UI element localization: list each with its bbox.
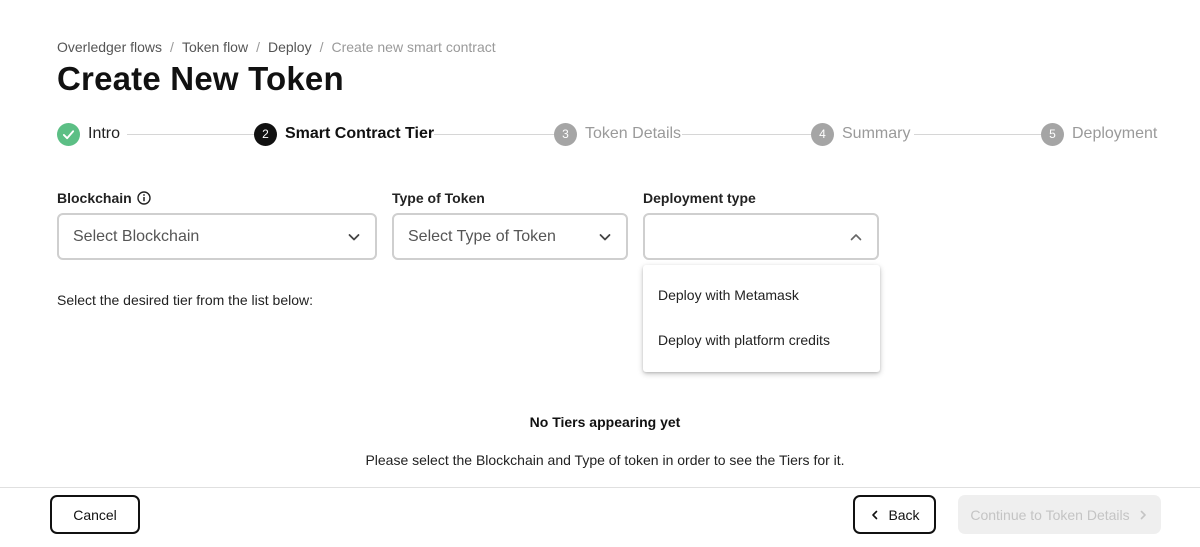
step-label: Summary [842, 125, 911, 142]
chevron-up-icon [850, 233, 862, 240]
step-smart-contract-tier[interactable]: 2 Smart Contract Tier [254, 122, 435, 146]
empty-state-description: Please select the Blockchain and Type of… [365, 452, 845, 468]
deployment-type-dropdown: Deploy with Metamask Deploy with platfor… [643, 265, 880, 372]
page-title: Create New Token [57, 60, 344, 97]
cancel-button-label: Cancel [73, 506, 117, 523]
step-summary[interactable]: 4 Summary [811, 122, 911, 146]
step-connector [914, 134, 1042, 135]
cancel-button[interactable]: Cancel [50, 495, 140, 534]
breadcrumb-token-flow[interactable]: Token flow [182, 39, 248, 55]
breadcrumb-separator: / [319, 39, 324, 55]
chevron-left-icon [872, 510, 878, 519]
info-icon[interactable] [137, 191, 151, 205]
step-deployment[interactable]: 5 Deployment [1041, 122, 1158, 146]
back-button-label: Back [888, 506, 920, 523]
checkmark-icon [57, 122, 80, 146]
step-token-details[interactable]: 3 Token Details [554, 122, 682, 146]
option-deploy-with-platform-credits[interactable]: Deploy with platform credits [658, 332, 830, 348]
step-connector [425, 134, 555, 135]
continue-button-label: Continue to Token Details [970, 506, 1130, 523]
step-number: 4 [811, 122, 834, 146]
breadcrumb-deploy[interactable]: Deploy [268, 39, 312, 55]
stepper: Intro 2 Smart Contract Tier 3 Token Deta… [57, 122, 1158, 146]
step-label: Intro [88, 125, 121, 142]
breadcrumb-overledger-flows[interactable]: Overledger flows [57, 39, 162, 55]
blockchain-select[interactable]: Select Blockchain [57, 213, 377, 260]
blockchain-label: Blockchain [57, 190, 151, 206]
token-type-select-value: Select Type of Token [408, 227, 556, 245]
blockchain-label-text: Blockchain [57, 190, 132, 206]
back-button[interactable]: Back [853, 495, 936, 534]
step-number: 2 [254, 122, 277, 146]
empty-state-title: No Tiers appearing yet [529, 414, 681, 430]
step-label: Token Details [585, 125, 682, 142]
deployment-type-label: Deployment type [643, 190, 756, 206]
chevron-down-icon [348, 233, 360, 240]
breadcrumb-separator: / [170, 39, 174, 55]
step-number: 3 [554, 122, 577, 146]
chevron-right-icon [1140, 510, 1146, 519]
breadcrumb-current: Create new smart contract [331, 39, 496, 55]
step-connector [127, 134, 255, 135]
deployment-type-select[interactable] [643, 213, 879, 260]
step-number: 5 [1041, 122, 1064, 146]
step-label: Deployment [1072, 125, 1158, 142]
step-label: Smart Contract Tier [285, 125, 435, 142]
step-connector [682, 134, 812, 135]
chevron-down-icon [599, 233, 611, 240]
token-type-label: Type of Token [392, 190, 485, 206]
blockchain-select-value: Select Blockchain [73, 227, 200, 245]
token-type-select[interactable]: Select Type of Token [392, 213, 628, 260]
step-intro[interactable]: Intro [57, 122, 121, 146]
continue-button[interactable]: Continue to Token Details [958, 495, 1161, 534]
footer-divider [0, 487, 1200, 488]
tier-hint: Select the desired tier from the list be… [57, 292, 314, 308]
option-deploy-with-metamask[interactable]: Deploy with Metamask [658, 287, 799, 303]
breadcrumb-separator: / [256, 39, 260, 55]
breadcrumb: Overledger flows / Token flow / Deploy /… [57, 39, 496, 55]
